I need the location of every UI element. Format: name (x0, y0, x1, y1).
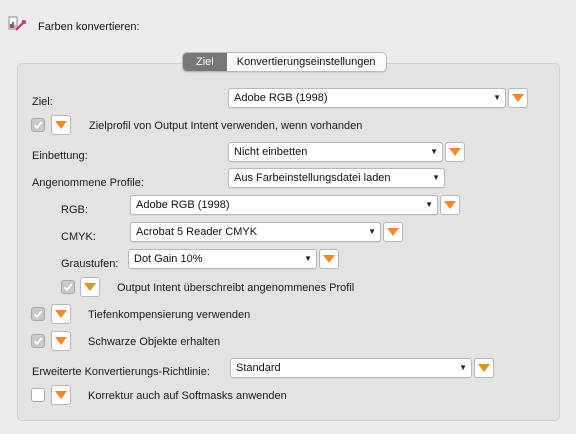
color-convert-icon (8, 16, 26, 34)
cmyk-menu-button[interactable] (383, 222, 403, 242)
output-intent-checkbox[interactable] (61, 280, 75, 294)
tiefen-menu-button[interactable] (51, 304, 71, 324)
zielprofil-checkbox[interactable] (31, 118, 45, 132)
richtlinie-select-value: Standard (236, 362, 281, 374)
schwarze-menu-button[interactable] (51, 331, 71, 351)
tiefen-checkbox[interactable] (31, 307, 45, 321)
schwarze-label: Schwarze Objekte erhalten (88, 336, 221, 348)
check-icon (33, 337, 43, 346)
rgb-select[interactable]: Adobe RGB (1998) ▼ (130, 195, 438, 215)
orange-triangle-icon (387, 228, 399, 236)
dialog-title: Farben konvertieren: (38, 21, 140, 33)
chevron-down-icon: ▼ (304, 254, 312, 263)
check-icon (63, 283, 73, 292)
ziel-select[interactable]: Adobe RGB (1998) ▼ (228, 88, 506, 108)
angenommene-select-value: Aus Farbeinstellungsdatei laden (234, 172, 391, 184)
zielprofil-menu-button[interactable] (51, 115, 71, 135)
zielprofil-label: Zielprofil von Output Intent verwenden, … (89, 120, 363, 132)
schwarze-checkbox[interactable] (31, 334, 45, 348)
check-icon (33, 310, 43, 319)
graustufen-label: Graustufen: (61, 258, 119, 270)
cmyk-label: CMYK: (61, 231, 96, 243)
einbettung-menu-button[interactable] (445, 142, 465, 162)
orange-triangle-icon (55, 337, 67, 345)
orange-triangle-icon (512, 94, 524, 102)
output-intent-label: Output Intent überschreibt angenommenes … (117, 282, 355, 294)
orange-triangle-icon (55, 121, 67, 129)
tab-ziel[interactable]: Ziel (183, 53, 227, 71)
rgb-menu-button[interactable] (440, 195, 460, 215)
orange-triangle-icon (478, 364, 490, 372)
cmyk-select[interactable]: Acrobat 5 Reader CMYK ▼ (130, 222, 381, 242)
chevron-down-icon: ▼ (425, 200, 433, 209)
ziel-select-value: Adobe RGB (1998) (234, 92, 328, 104)
graustufen-menu-button[interactable] (319, 249, 339, 269)
rgb-label: RGB: (61, 204, 88, 216)
chevron-down-icon: ▼ (493, 93, 501, 102)
chevron-down-icon: ▼ (459, 363, 467, 372)
ziel-menu-button[interactable] (508, 88, 528, 108)
tiefen-label: Tiefenkompensierung verwenden (88, 309, 251, 321)
graustufen-select-value: Dot Gain 10% (134, 253, 203, 265)
chevron-down-icon: ▼ (430, 147, 438, 156)
korrektur-checkbox[interactable] (31, 388, 45, 402)
cmyk-select-value: Acrobat 5 Reader CMYK (136, 226, 258, 238)
tab-bar: Ziel Konvertierungseinstellungen (182, 52, 387, 72)
output-intent-menu-button[interactable] (80, 277, 100, 297)
orange-triangle-icon (323, 255, 335, 263)
einbettung-select-value: Nicht einbetten (234, 146, 308, 158)
angenommene-label: Angenommene Profile: (32, 177, 144, 189)
richtlinie-menu-button[interactable] (474, 358, 494, 378)
orange-triangle-icon (55, 391, 67, 399)
einbettung-select[interactable]: Nicht einbetten ▼ (228, 142, 443, 162)
chevron-down-icon: ▼ (368, 227, 376, 236)
richtlinie-select[interactable]: Standard ▼ (230, 358, 472, 378)
orange-triangle-icon (449, 148, 461, 156)
angenommene-select[interactable]: Aus Farbeinstellungsdatei laden ▼ (228, 168, 445, 188)
orange-triangle-icon (55, 310, 67, 318)
orange-triangle-icon (444, 201, 456, 209)
graustufen-select[interactable]: Dot Gain 10% ▼ (128, 249, 317, 269)
orange-triangle-icon (84, 283, 96, 291)
check-icon (33, 121, 43, 130)
ziel-label: Ziel: (32, 96, 53, 108)
korrektur-label: Korrektur auch auf Softmasks anwenden (88, 390, 287, 402)
chevron-down-icon: ▼ (432, 173, 440, 182)
einbettung-label: Einbettung: (32, 150, 88, 162)
rgb-select-value: Adobe RGB (1998) (136, 199, 230, 211)
richtlinie-label: Erweiterte Konvertierungs-Richtlinie: (32, 366, 210, 378)
tab-konvertierungseinstellungen[interactable]: Konvertierungseinstellungen (227, 53, 386, 71)
korrektur-menu-button[interactable] (51, 385, 71, 405)
